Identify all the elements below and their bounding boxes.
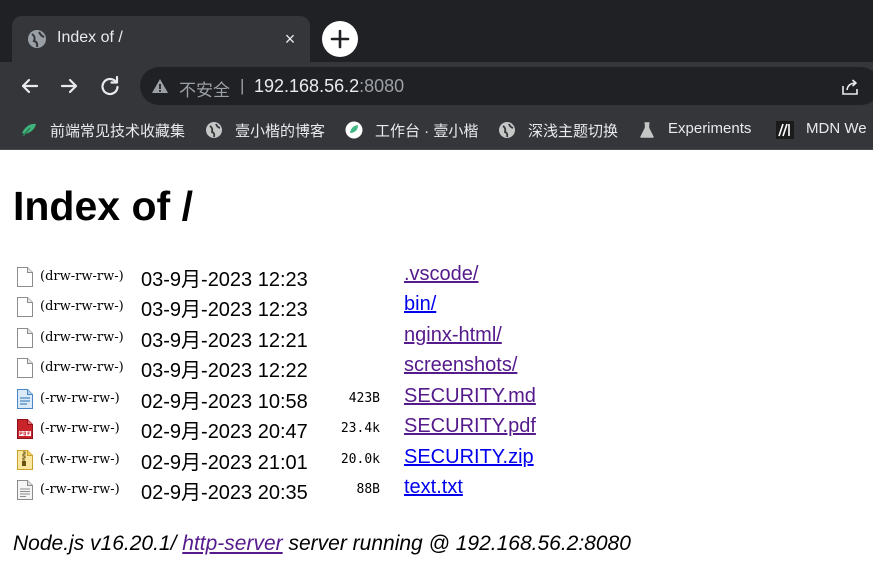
bookmark-label: 深浅主题切换 [528,123,619,140]
globe-icon [206,122,222,138]
flask-icon [640,122,654,138]
permissions: (drw-rw-rw-) [40,299,124,314]
text-file-icon [17,480,33,500]
insecure-label[interactable]: 不安全 [179,76,230,101]
file-size: 88B [356,482,380,497]
arrow-left-icon [21,78,39,94]
address-bar[interactable]: 不安全 | 192.168.56.2:8080 [140,67,873,105]
bookmark-label: 前端常见技术收藏集 [50,123,186,140]
tab-title: Index of / [57,29,123,46]
footer-prefix: Node.js v16.20.1/ [13,532,183,555]
table-row: (-rw-rw-rw-) 02-9月-2023 21:01 20.0k SECU… [16,444,616,474]
new-tab-button[interactable] [322,21,358,57]
permissions: (drw-rw-rw-) [40,330,124,345]
table-row: (drw-rw-rw-) 03-9月-2023 12:22 screenshot… [16,352,616,382]
browser-toolbar: 不安全 | 192.168.56.2:8080 [0,62,873,110]
blank-file-icon [17,358,33,378]
bookmark-label: 工作台 · 壹小楷 [375,123,479,140]
permissions: (drw-rw-rw-) [40,360,124,375]
table-row: (drw-rw-rw-) 03-9月-2023 12:21 nginx-html… [16,322,616,352]
bookmark-item[interactable]: 深浅主题切换 [498,119,623,141]
permissions: (-rw-rw-rw-) [40,482,120,497]
warning-icon[interactable] [151,77,169,95]
close-tab-button[interactable]: × [278,27,302,51]
blank-file-icon [17,297,33,317]
table-row: (drw-rw-rw-) 03-9月-2023 12:23 bin/ [16,291,616,321]
bookmark-item[interactable]: 工作台 · 壹小楷 [345,119,485,141]
file-size: 23.4k [340,421,380,436]
file-size: 20.0k [340,452,380,467]
address-separator: | [240,76,245,95]
modified-date: 03-9月-2023 12:23 [141,269,308,291]
modified-date: 03-9月-2023 12:23 [141,299,308,321]
file-link[interactable]: screenshots/ [404,354,517,377]
back-button[interactable] [15,71,45,101]
bookmark-item[interactable]: 壹小楷的博客 [205,119,335,141]
permissions: (drw-rw-rw-) [40,269,124,284]
file-link[interactable]: text.txt [404,476,463,499]
reload-icon [101,75,119,96]
modified-date: 02-9月-2023 10:58 [141,391,308,413]
globe-icon [499,122,515,138]
bookmark-label: Experiments [668,120,752,137]
http-server-link[interactable]: http-server [182,532,282,555]
modified-date: 03-9月-2023 12:22 [141,360,308,382]
footer-suffix: server running @ 192.168.56.2:8080 [282,532,631,555]
modified-date: 02-9月-2023 20:47 [141,421,308,443]
globe-icon [28,30,46,48]
file-link[interactable]: nginx-html/ [404,324,502,347]
file-link[interactable]: SECURITY.md [404,385,536,408]
bookmark-item[interactable]: Experiments [638,119,763,141]
file-link[interactable]: .vscode/ [404,263,478,286]
zip-file-icon [17,450,33,470]
leaf-circle-icon [345,121,363,139]
file-link[interactable]: SECURITY.zip [404,446,534,469]
bookmark-label: 壹小楷的博客 [235,123,326,140]
markdown-file-icon [17,389,33,409]
modified-date: 02-9月-2023 21:01 [141,452,308,474]
blank-file-icon [17,267,33,287]
address-port: :8080 [359,76,405,96]
address-host: 192.168.56.2 [254,76,360,96]
table-row: (-rw-rw-rw-) 02-9月-2023 20:47 23.4k SECU… [16,413,616,443]
reload-button[interactable] [95,71,125,101]
plus-icon [330,29,350,49]
page-title: Index of / [13,183,193,229]
forward-button[interactable] [54,71,84,101]
browser-tab[interactable]: Index of / × [12,16,310,62]
file-size: 423B [348,391,380,406]
permissions: (-rw-rw-rw-) [40,452,120,467]
pdf-file-icon [17,419,33,439]
address-url[interactable]: 192.168.56.2:8080 [254,76,404,97]
bookmark-item[interactable]: 前端常见技术收藏集 [20,119,190,141]
table-row: (-rw-rw-rw-) 02-9月-2023 20:35 88B text.t… [16,474,616,504]
leaf-icon [22,123,36,137]
modified-date: 03-9月-2023 12:21 [141,330,308,352]
modified-date: 02-9月-2023 20:35 [141,482,308,504]
bookmark-label: MDN We [806,120,867,137]
file-link[interactable]: bin/ [404,293,436,316]
table-row: (-rw-rw-rw-) 02-9月-2023 10:58 423B SECUR… [16,383,616,413]
permissions: (-rw-rw-rw-) [40,421,120,436]
arrow-right-icon [60,78,78,94]
table-row: (drw-rw-rw-) 03-9月-2023 12:23 .vscode/ [16,261,616,291]
bookmarks-bar: 前端常见技术收藏集 壹小楷的博客 工作台 · 壹小楷 深浅主题切换 Experi… [0,110,873,150]
page-content: Index of / (drw-rw-rw-) 03-9月-2023 12:23… [0,151,873,583]
file-link[interactable]: SECURITY.pdf [404,415,536,438]
permissions: (-rw-rw-rw-) [40,391,120,406]
bookmark-item[interactable]: MDN We [776,119,873,141]
server-footer: Node.js v16.20.1/ http-server server run… [13,532,631,556]
mdn-icon [776,121,794,139]
share-icon[interactable] [840,77,860,97]
blank-file-icon [17,328,33,348]
tab-strip: Index of / × [0,0,873,62]
